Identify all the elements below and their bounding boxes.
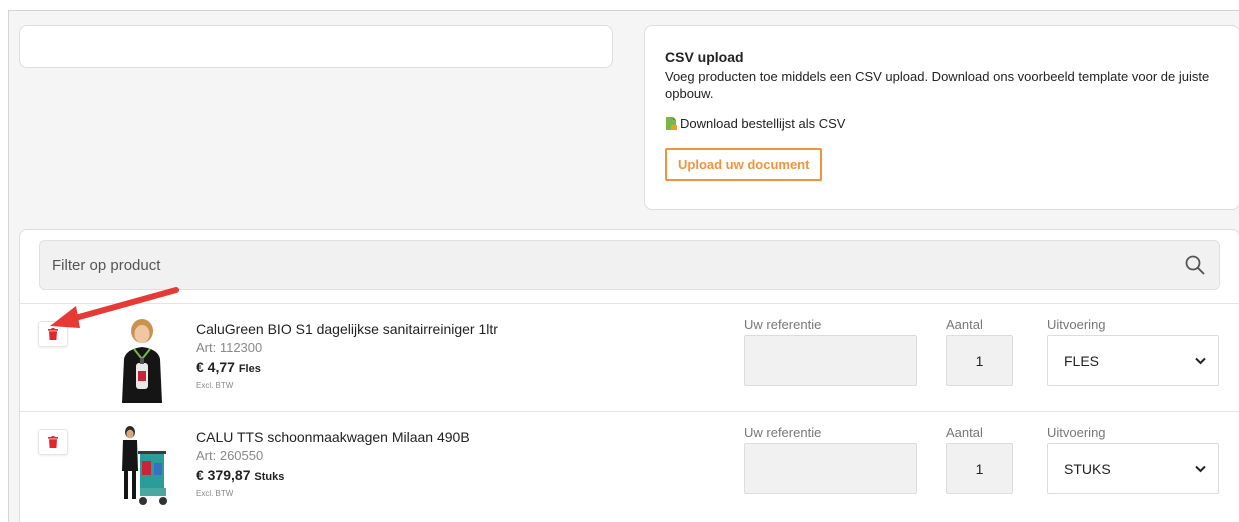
- csv-file-icon: [666, 116, 677, 130]
- empty-card: [19, 25, 613, 68]
- chevron-down-icon: [1195, 465, 1206, 473]
- download-csv-link[interactable]: Download bestellijst als CSV: [665, 116, 1219, 131]
- product-price: € 4,77 Fles: [196, 359, 498, 375]
- csv-title: CSV upload: [665, 49, 744, 65]
- product-price: € 379,87 Stuks: [196, 467, 470, 483]
- vat-note: Excl. BTW: [196, 381, 234, 390]
- product-image: [122, 426, 167, 505]
- csv-upload-card: CSV upload Voeg producten toe middels ee…: [644, 25, 1239, 210]
- product-article: Art: 260550: [196, 448, 264, 463]
- variant-label: Uitvoering: [1047, 425, 1106, 440]
- product-info: CaluGreen BIO S1 dagelijkse sanitairrein…: [196, 321, 498, 390]
- quantity-input[interactable]: 1: [946, 335, 1013, 386]
- product-article: Art: 112300: [196, 340, 263, 355]
- chevron-down-icon: [1195, 357, 1206, 365]
- filter-bar: [39, 240, 1220, 290]
- quantity-label: Aantal: [946, 317, 983, 332]
- trash-icon: [48, 436, 58, 448]
- product-image: [122, 319, 162, 403]
- price-value: € 379,87: [196, 467, 251, 483]
- variant-select[interactable]: FLES: [1047, 335, 1219, 386]
- product-info: CALU TTS schoonmaakwagen Milaan 490B Art…: [196, 429, 470, 498]
- product-list-card: CaluGreen BIO S1 dagelijkse sanitairrein…: [19, 229, 1239, 522]
- trash-icon: [48, 328, 58, 340]
- quantity-input[interactable]: 1: [946, 443, 1013, 494]
- product-row: CALU TTS schoonmaakwagen Milaan 490B Art…: [20, 411, 1239, 519]
- product-name: CaluGreen BIO S1 dagelijkse sanitairrein…: [196, 321, 498, 337]
- reference-input[interactable]: [744, 443, 917, 494]
- variant-value: STUKS: [1064, 460, 1111, 477]
- product-row: CaluGreen BIO S1 dagelijkse sanitairrein…: [20, 303, 1239, 411]
- quantity-label: Aantal: [946, 425, 983, 440]
- price-unit: Stuks: [254, 471, 285, 483]
- variant-label: Uitvoering: [1047, 317, 1106, 332]
- reference-input[interactable]: [744, 335, 917, 386]
- page-background: CSV upload Voeg producten toe middels ee…: [8, 10, 1239, 522]
- variant-value: FLES: [1064, 352, 1100, 369]
- upload-document-button[interactable]: Upload uw document: [665, 148, 823, 181]
- price-value: € 4,77: [196, 359, 235, 375]
- vat-note: Excl. BTW: [196, 489, 234, 498]
- variant-select[interactable]: STUKS: [1047, 443, 1219, 494]
- csv-description: Voeg producten toe middels een CSV uploa…: [665, 69, 1210, 101]
- search-icon[interactable]: [1185, 255, 1205, 275]
- download-csv-label: Download bestellijst als CSV: [680, 116, 846, 131]
- reference-label: Uw referentie: [744, 425, 822, 440]
- delete-button[interactable]: [38, 321, 68, 347]
- reference-label: Uw referentie: [744, 317, 822, 332]
- delete-button[interactable]: [38, 429, 68, 455]
- product-name: CALU TTS schoonmaakwagen Milaan 490B: [196, 429, 470, 445]
- filter-input[interactable]: [40, 241, 1170, 289]
- price-unit: Fles: [238, 363, 261, 375]
